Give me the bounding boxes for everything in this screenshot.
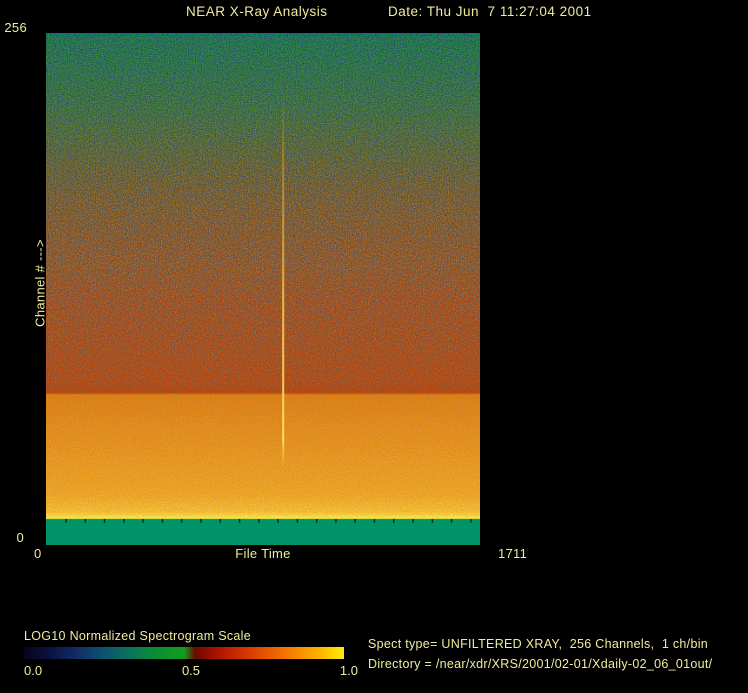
colorbar-tick-2: 1.0 bbox=[339, 663, 358, 678]
burst-streak bbox=[282, 85, 285, 469]
spectrogram-image bbox=[46, 33, 480, 545]
y-axis-min-tick: 0 bbox=[16, 530, 24, 545]
spect-type-line: Spect type= UNFILTERED XRAY, 256 Channel… bbox=[368, 637, 709, 651]
colorbar-ticks: 0.0 0.5 1.0 bbox=[24, 663, 358, 678]
y-axis-title: Channel # ---> bbox=[32, 239, 48, 327]
y-axis-max-tick: 256 bbox=[4, 20, 27, 35]
x-axis-max-tick: 1711 bbox=[498, 546, 528, 561]
colorbar-tick-1: 0.5 bbox=[181, 663, 201, 678]
colorbar-tick-0: 0.0 bbox=[24, 663, 43, 678]
colorbar-title: LOG10 Normalized Spectrogram Scale bbox=[24, 629, 251, 643]
x-axis-min-tick: 0 bbox=[34, 546, 42, 561]
near-xray-analysis-window: NEAR X-Ray Analysis Date: Thu Jun 7 11:2… bbox=[0, 0, 748, 693]
spectrogram-plot bbox=[46, 33, 480, 545]
colorbar-gradient bbox=[24, 647, 344, 659]
page-title: NEAR X-Ray Analysis bbox=[186, 4, 328, 19]
directory-line: Directory = /near/xdr/XRS/2001/02-01/Xda… bbox=[368, 657, 713, 671]
date-label: Date: Thu Jun 7 11:27:04 2001 bbox=[388, 4, 592, 19]
x-axis-title: File Time bbox=[235, 546, 291, 561]
